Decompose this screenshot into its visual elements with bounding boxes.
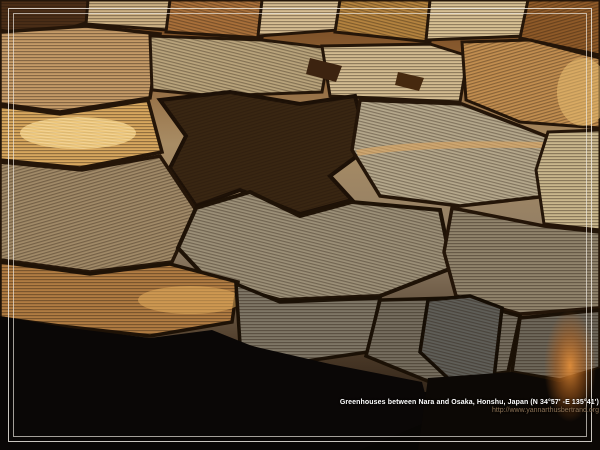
greenhouse-aerial-photo: [0, 0, 600, 450]
desktop-wallpaper: Greenhouses between Nara and Osaka, Hons…: [0, 0, 600, 450]
caption-credit-url: http://www.yannarthusbertrand.org: [340, 407, 599, 414]
photo-caption: Greenhouses between Nara and Osaka, Hons…: [340, 399, 599, 414]
caption-title: Greenhouses between Nara and Osaka, Hons…: [340, 399, 599, 406]
